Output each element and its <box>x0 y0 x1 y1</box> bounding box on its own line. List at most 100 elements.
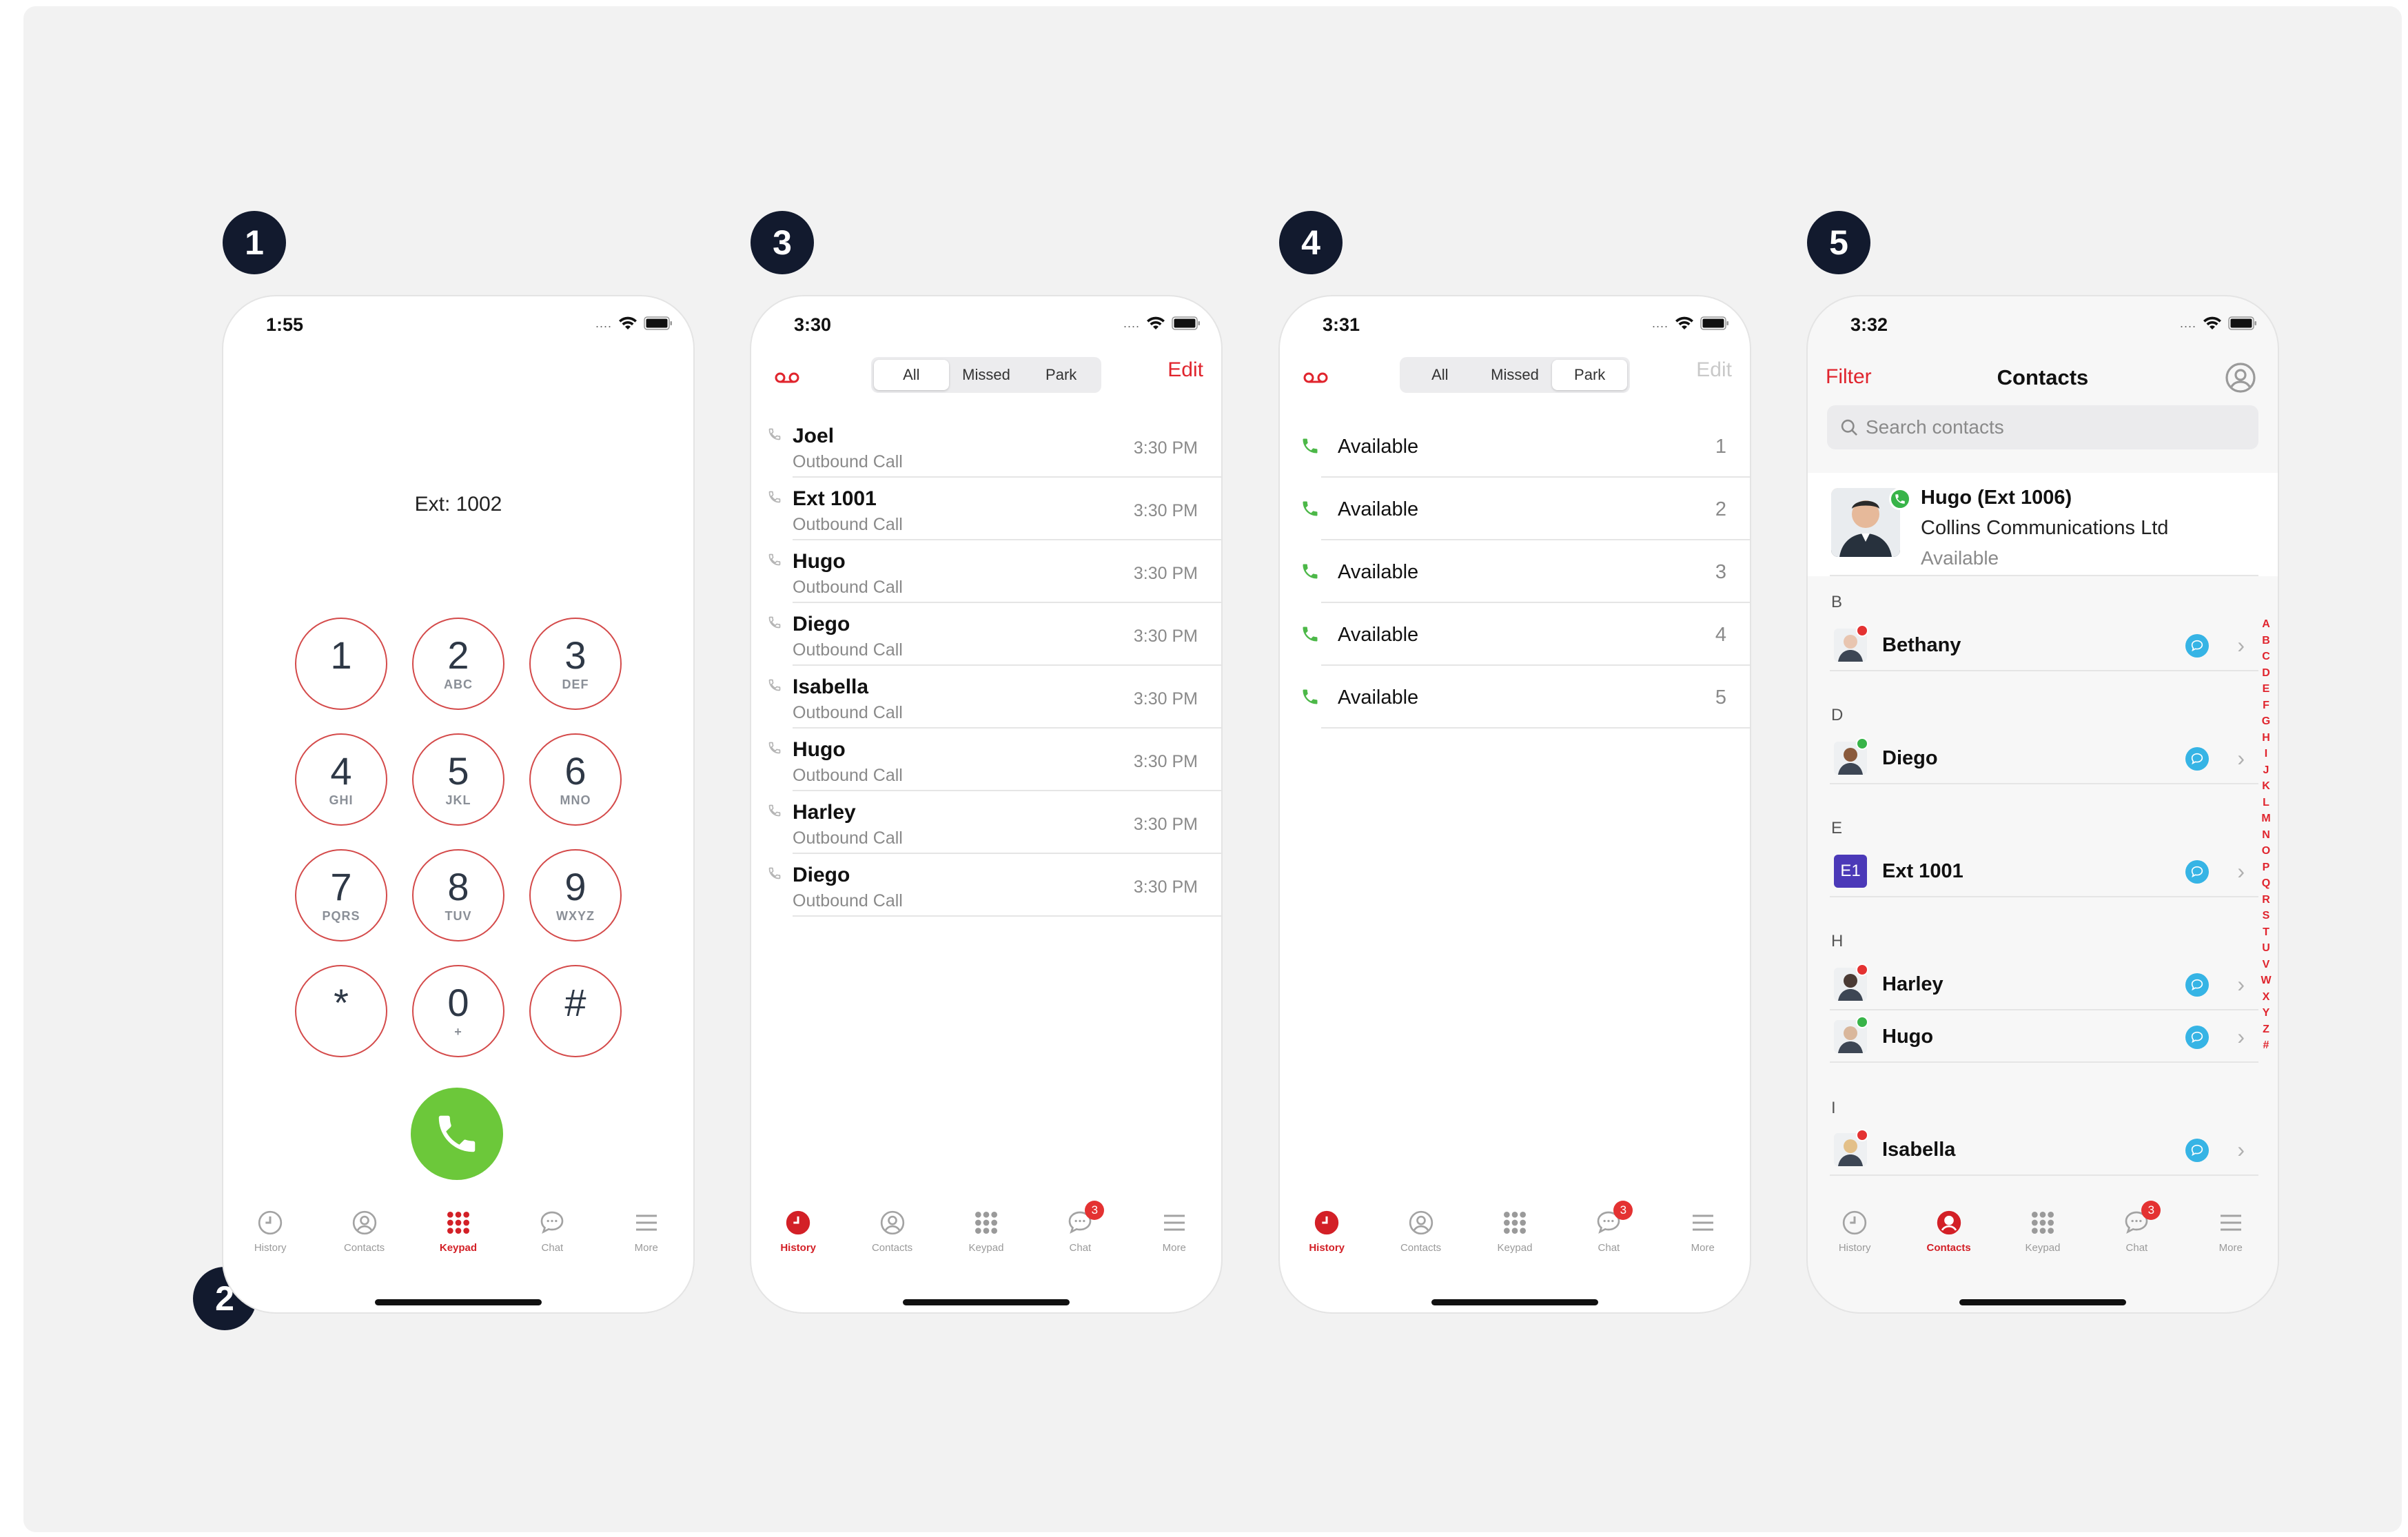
contact-row-ext-1001[interactable]: E1 Ext 1001 › <box>1808 845 2258 897</box>
index-letter-x[interactable]: X <box>2263 989 2270 1006</box>
tab-chat[interactable]: Chat 3 <box>1571 1201 1646 1270</box>
index-letter-s[interactable]: S <box>2263 908 2270 924</box>
tab-chat[interactable]: Chat 3 <box>1042 1201 1118 1270</box>
index-letter-z[interactable]: Z <box>2263 1021 2269 1038</box>
index-letter-a[interactable]: A <box>2262 616 2270 633</box>
index-letter-h[interactable]: H <box>2262 730 2270 746</box>
index-letter-j[interactable]: J <box>2263 762 2269 779</box>
tab-contacts[interactable]: Contacts <box>1383 1208 1459 1270</box>
call-history-row[interactable]: Joel Outbound Call 3:30 PM <box>751 415 1221 478</box>
chat-icon[interactable] <box>2185 973 2209 997</box>
call-history-row[interactable]: Hugo Outbound Call 3:30 PM <box>751 540 1221 603</box>
call-history-row[interactable]: Diego Outbound Call 3:30 PM <box>751 854 1221 917</box>
chat-icon[interactable] <box>2185 747 2209 771</box>
index-letter-t[interactable]: T <box>2263 924 2269 941</box>
segment-missed[interactable]: Missed <box>949 360 1024 390</box>
dial-key-7[interactable]: 7 PQRS <box>295 849 387 941</box>
index-letter-w[interactable]: W <box>2261 973 2271 989</box>
segment-missed[interactable]: Missed <box>1478 360 1553 390</box>
chat-icon[interactable] <box>2185 1026 2209 1049</box>
index-letter-p[interactable]: P <box>2263 859 2270 876</box>
dial-key-3[interactable]: 3 DEF <box>529 618 622 710</box>
tab-keypad[interactable]: Keypad <box>2005 1208 2081 1270</box>
contact-row-diego[interactable]: Diego › <box>1808 732 2258 784</box>
home-indicator[interactable] <box>903 1299 1070 1305</box>
tab-more[interactable]: More <box>609 1208 684 1270</box>
tab-contacts[interactable]: Contacts <box>1911 1208 1987 1270</box>
tab-more[interactable]: More <box>1665 1208 1741 1270</box>
index-letter-o[interactable]: O <box>2262 843 2270 859</box>
home-indicator[interactable] <box>1431 1299 1598 1305</box>
index-letter-i[interactable]: I <box>2265 746 2267 762</box>
home-indicator[interactable] <box>1959 1299 2126 1305</box>
chat-icon[interactable] <box>2185 634 2209 658</box>
index-letter-k[interactable]: K <box>2262 778 2270 795</box>
my-contact-card[interactable]: Hugo (Ext 1006) Collins Communications L… <box>1808 473 2278 576</box>
index-letter-n[interactable]: N <box>2262 827 2270 844</box>
voicemail-icon[interactable] <box>775 371 799 388</box>
dial-key-5[interactable]: 5 JKL <box>412 733 504 826</box>
edit-button[interactable]: Edit <box>1696 358 1732 382</box>
segment-park[interactable]: Park <box>1023 360 1099 390</box>
call-history-row[interactable]: Harley Outbound Call 3:30 PM <box>751 791 1221 854</box>
tab-history[interactable]: History <box>1289 1208 1365 1270</box>
park-slot-row[interactable]: Available 5 <box>1280 666 1750 729</box>
contact-row-harley[interactable]: Harley › <box>1808 958 2258 1010</box>
dial-key-2[interactable]: 2 ABC <box>412 618 504 710</box>
tab-chat[interactable]: Chat 3 <box>2099 1201 2174 1270</box>
tab-chat[interactable]: Chat <box>514 1208 590 1270</box>
voicemail-icon[interactable] <box>1303 371 1328 388</box>
dial-key-0[interactable]: 0 + <box>412 965 504 1057</box>
index-letter-g[interactable]: G <box>2262 713 2270 730</box>
contact-row-hugo[interactable]: Hugo › <box>1808 1010 2258 1063</box>
my-profile-icon[interactable] <box>2224 361 2257 398</box>
dial-key-hash[interactable]: # <box>529 965 622 1057</box>
dial-key-1[interactable]: 1 <box>295 618 387 710</box>
segment-all[interactable]: All <box>874 360 949 390</box>
contact-row-bethany[interactable]: Bethany › <box>1808 619 2258 671</box>
park-slot-row[interactable]: Available 1 <box>1280 415 1750 478</box>
dial-key-9[interactable]: 9 WXYZ <box>529 849 622 941</box>
tab-history[interactable]: History <box>1817 1208 1892 1270</box>
index-letter-c[interactable]: C <box>2262 649 2270 665</box>
tab-history[interactable]: History <box>232 1208 308 1270</box>
call-button[interactable] <box>411 1088 503 1180</box>
alphabet-index[interactable]: A B C D E F G H I J K L M N O P Q R S T U V W X Y Z # <box>2258 616 2274 1054</box>
tab-keypad[interactable]: Keypad <box>948 1208 1024 1270</box>
home-indicator[interactable] <box>375 1299 542 1305</box>
park-slot-row[interactable]: Available 4 <box>1280 603 1750 666</box>
index-letter-l[interactable]: L <box>2263 795 2269 811</box>
index-letter-u[interactable]: U <box>2262 940 2270 957</box>
index-letter-d[interactable]: D <box>2262 665 2270 682</box>
tab-keypad[interactable]: Keypad <box>1477 1208 1553 1270</box>
contact-row-isabella[interactable]: Isabella › <box>1808 1123 2258 1176</box>
search-input[interactable]: Search contacts <box>1827 405 2258 449</box>
dial-key-8[interactable]: 8 TUV <box>412 849 504 941</box>
tab-history[interactable]: History <box>760 1208 836 1270</box>
call-history-row[interactable]: Ext 1001 Outbound Call 3:30 PM <box>751 478 1221 540</box>
index-letter-q[interactable]: Q <box>2262 875 2270 892</box>
segment-park[interactable]: Park <box>1552 360 1628 390</box>
tab-more[interactable]: More <box>1136 1208 1212 1270</box>
dial-key-6[interactable]: 6 MNO <box>529 733 622 826</box>
chat-icon[interactable] <box>2185 860 2209 884</box>
park-slot-row[interactable]: Available 2 <box>1280 478 1750 540</box>
index-letter-y[interactable]: Y <box>2263 1005 2270 1021</box>
edit-button[interactable]: Edit <box>1167 358 1203 382</box>
tab-keypad[interactable]: Keypad <box>420 1208 496 1270</box>
index-letter-b[interactable]: B <box>2262 633 2270 649</box>
index-letter-f[interactable]: F <box>2263 698 2269 714</box>
tab-contacts[interactable]: Contacts <box>327 1208 402 1270</box>
call-history-row[interactable]: Diego Outbound Call 3:30 PM <box>751 603 1221 666</box>
segment-all[interactable]: All <box>1402 360 1478 390</box>
chat-icon[interactable] <box>2185 1139 2209 1162</box>
dial-key-star[interactable]: * <box>295 965 387 1057</box>
index-letter-m[interactable]: M <box>2261 811 2270 827</box>
dial-key-4[interactable]: 4 GHI <box>295 733 387 826</box>
call-history-row[interactable]: Isabella Outbound Call 3:30 PM <box>751 666 1221 729</box>
park-slot-row[interactable]: Available 3 <box>1280 540 1750 603</box>
call-history-row[interactable]: Hugo Outbound Call 3:30 PM <box>751 729 1221 791</box>
index-letter-r[interactable]: R <box>2262 892 2270 908</box>
index-letter-hash[interactable]: # <box>2263 1037 2269 1054</box>
index-letter-e[interactable]: E <box>2263 681 2270 698</box>
